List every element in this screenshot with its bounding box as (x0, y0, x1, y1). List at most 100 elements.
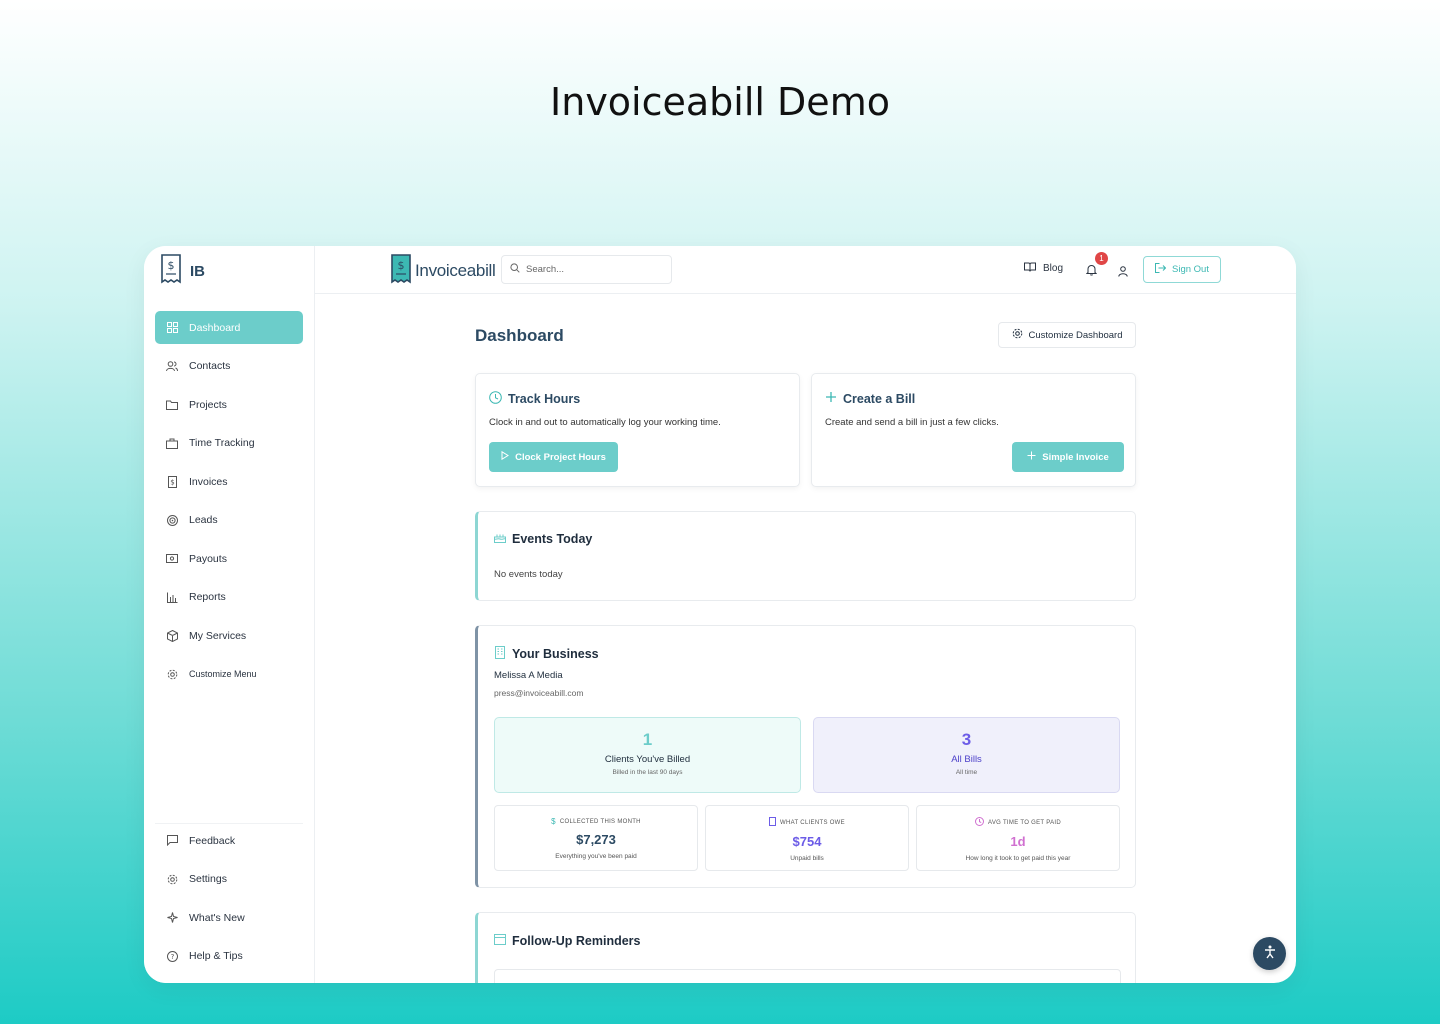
sidebar-brand[interactable]: $ IB (160, 254, 205, 288)
sign-out-button[interactable]: Sign Out (1143, 256, 1221, 283)
events-title: Events Today (512, 532, 593, 546)
sidebar-item-label: My Services (189, 629, 247, 642)
follow-up-reminders-card: Follow-Up Reminders (475, 912, 1136, 983)
sidebar-item-invoices[interactable]: $ Invoices (155, 465, 303, 498)
sidebar-item-label: Dashboard (189, 321, 241, 334)
sidebar-item-whats-new[interactable]: What's New (155, 901, 303, 934)
sidebar-item-label: Payouts (189, 552, 227, 565)
all-bills-value: 3 (961, 730, 972, 749)
collected-this-month-stat[interactable]: $ COLLECTED THIS MONTH $7,273 Everything… (494, 805, 698, 871)
gear-icon (1012, 328, 1023, 342)
notification-badge: 1 (1095, 252, 1108, 265)
sidebar-item-feedback[interactable]: Feedback (155, 824, 303, 857)
target-icon (165, 513, 179, 527)
sidebar-item-payouts[interactable]: Payouts (155, 542, 303, 575)
receipt-icon: $ (165, 475, 179, 489)
what-clients-owe-stat[interactable]: WHAT CLIENTS OWE $754 Unpaid bills (705, 805, 909, 871)
sidebar-item-dashboard[interactable]: Dashboard (155, 311, 303, 344)
create-bill-card: Create a Bill Create and send a bill in … (811, 373, 1136, 487)
sidebar-item-label: Projects (189, 398, 227, 411)
events-title-row: Events Today (494, 532, 592, 546)
clock-icon (489, 391, 502, 407)
create-bill-title-row: Create a Bill (825, 391, 915, 406)
business-email: press@invoiceabill.com (494, 688, 584, 698)
bell-icon[interactable] (1085, 261, 1098, 280)
grid-icon (165, 321, 179, 335)
sidebar-item-time-tracking[interactable]: Time Tracking (155, 427, 303, 460)
sidebar-item-customize-menu[interactable]: Customize Menu (155, 658, 303, 691)
track-hours-title-row: Track Hours (489, 391, 580, 407)
sidebar-item-contacts[interactable]: Contacts (155, 350, 303, 383)
accessibility-button[interactable] (1253, 937, 1286, 970)
cake-icon (494, 532, 506, 546)
sidebar-item-reports[interactable]: Reports (155, 581, 303, 614)
svg-text:$: $ (168, 259, 175, 272)
collected-sub: Everything you've been paid (555, 853, 637, 860)
all-bills-stat[interactable]: 3 All Bills All time (813, 717, 1120, 793)
simple-invoice-button[interactable]: Simple Invoice (1012, 442, 1124, 472)
user-icon[interactable] (1118, 262, 1128, 281)
events-empty-text: No events today (494, 569, 563, 580)
page-title: Dashboard (475, 326, 564, 345)
clock-project-hours-label: Clock Project Hours (515, 451, 606, 463)
track-hours-card: Track Hours Clock in and out to automati… (475, 373, 800, 487)
track-hours-title: Track Hours (508, 392, 581, 406)
avg-value: 1d (1010, 834, 1026, 849)
sidebar-item-settings[interactable]: Settings (155, 863, 303, 896)
sidebar-item-label: Feedback (189, 834, 236, 847)
accessibility-icon (1262, 944, 1278, 964)
briefcase-icon (165, 436, 179, 450)
brand-abbr: IB (190, 262, 205, 280)
clients-billed-sub: Billed in the last 90 days (612, 769, 683, 776)
collected-value: $7,273 (576, 832, 616, 847)
sidebar-item-my-services[interactable]: My Services (155, 619, 303, 652)
gear-icon (165, 872, 179, 886)
sidebar-item-label: Reports (189, 591, 226, 603)
clock-icon (974, 817, 984, 828)
customize-dashboard-label: Customize Dashboard (1028, 329, 1123, 341)
collected-head: COLLECTED THIS MONTH (559, 818, 641, 825)
logout-icon (1155, 263, 1167, 276)
customize-dashboard-button[interactable]: Customize Dashboard (998, 322, 1136, 348)
followup-list-placeholder (494, 969, 1121, 983)
clock-project-hours-button[interactable]: Clock Project Hours (489, 442, 618, 472)
dollar-icon: $ (551, 817, 556, 826)
sparkle-icon (165, 911, 179, 925)
track-hours-desc: Clock in and out to automatically log yo… (489, 417, 721, 428)
sidebar-item-leads[interactable]: Leads (155, 504, 303, 537)
followup-title: Follow-Up Reminders (512, 933, 641, 948)
sidebar-item-label: What's New (189, 911, 245, 924)
clients-billed-stat[interactable]: 1 Clients You've Billed Billed in the la… (494, 717, 801, 793)
app-window: $ IB Dashboard Contacts Projects Time Tr… (144, 246, 1296, 983)
search-box[interactable] (501, 255, 672, 284)
page-heading: Invoiceabill Demo (550, 80, 890, 124)
sidebar-item-label: Settings (189, 873, 227, 885)
bar-chart-icon (165, 590, 179, 604)
sign-out-label: Sign Out (1172, 264, 1209, 275)
book-icon (1024, 262, 1036, 275)
folder-icon (165, 398, 179, 412)
logo-text: Invoiceabill (415, 261, 496, 280)
events-today-card: Events Today No events today (475, 511, 1136, 601)
gear-icon (165, 667, 179, 681)
sidebar-item-help-tips[interactable]: ? Help & Tips (155, 940, 303, 973)
topbar: $ Invoiceabill Blog 1 Sign Out (315, 246, 1296, 294)
blog-link[interactable]: Blog (1024, 262, 1063, 275)
wallet-icon (165, 552, 179, 566)
avg-time-to-get-paid-stat[interactable]: AVG TIME TO GET PAID 1d How long it took… (916, 805, 1120, 871)
users-icon (165, 359, 179, 373)
sidebar-item-label: Customize Menu (189, 669, 257, 679)
help-icon: ? (165, 949, 179, 963)
followup-title-row: Follow-Up Reminders (494, 933, 640, 948)
sidebar-item-label: Contacts (189, 360, 231, 372)
calendar-icon (494, 933, 506, 948)
search-input[interactable] (526, 264, 656, 275)
topbar-logo[interactable]: $ Invoiceabill (390, 254, 496, 288)
clients-billed-label: Clients You've Billed (604, 754, 691, 765)
sidebar-item-projects[interactable]: Projects (155, 388, 303, 421)
receipt-logo-icon: $ (390, 254, 412, 288)
svg-text:$: $ (170, 478, 174, 486)
svg-text:?: ? (170, 953, 174, 961)
play-icon (501, 450, 510, 463)
avg-head-row: AVG TIME TO GET PAID (917, 817, 1119, 828)
